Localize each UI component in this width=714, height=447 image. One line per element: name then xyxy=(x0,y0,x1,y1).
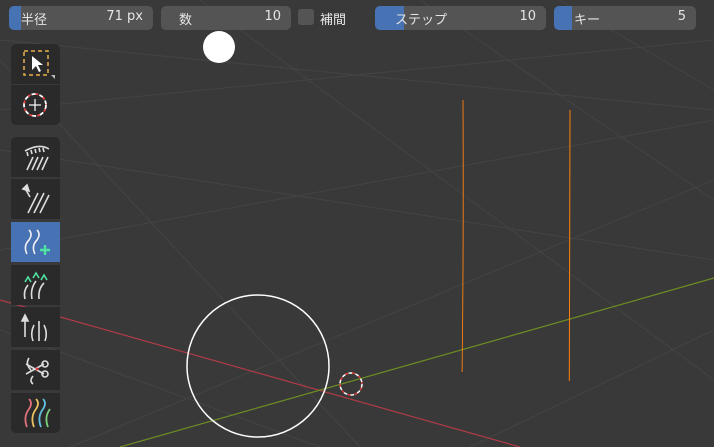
length-icon xyxy=(23,271,48,300)
steps-field[interactable]: ステップ 10 xyxy=(375,6,546,30)
steps-value: 10 xyxy=(519,9,536,24)
select-box-icon xyxy=(23,50,55,79)
3d-viewport[interactable] xyxy=(0,0,714,447)
count-label: 数 xyxy=(179,13,193,28)
keys-value: 5 xyxy=(677,9,686,24)
hair-strands xyxy=(461,99,571,382)
keys-field[interactable]: キー 5 xyxy=(554,6,696,30)
puff-tool[interactable] xyxy=(11,307,60,347)
add-hair-tool[interactable] xyxy=(11,222,60,262)
select-box-tool[interactable] xyxy=(11,44,60,84)
comb-icon xyxy=(24,145,50,171)
count-field[interactable]: 数 10 xyxy=(161,6,291,30)
hair-strand xyxy=(461,99,464,373)
weight-icon xyxy=(24,398,51,428)
cut-icon xyxy=(25,357,49,385)
smooth-icon xyxy=(21,183,50,214)
cursor-tool[interactable] xyxy=(11,85,60,125)
smooth-tool[interactable] xyxy=(11,179,60,219)
weight-tool[interactable] xyxy=(11,393,60,433)
radius-field[interactable]: 半径 71 px xyxy=(9,6,153,30)
keys-label: キー xyxy=(574,13,601,28)
interpolate-checkbox[interactable] xyxy=(298,9,314,25)
interpolate-label: 補間 xyxy=(320,13,347,28)
count-value: 10 xyxy=(264,9,281,24)
cut-tool[interactable] xyxy=(11,350,60,390)
add-hair-icon xyxy=(24,229,50,255)
comb-tool[interactable] xyxy=(11,137,60,177)
radius-value: 71 px xyxy=(106,9,143,24)
puff-icon xyxy=(20,313,48,342)
brush-indicator-dot xyxy=(203,31,235,63)
length-tool[interactable] xyxy=(11,265,60,305)
brush-circle xyxy=(186,294,330,438)
hair-strand xyxy=(568,109,571,382)
cursor-icon xyxy=(23,93,47,117)
steps-label: ステップ xyxy=(395,13,448,28)
radius-label: 半径 xyxy=(21,13,48,28)
